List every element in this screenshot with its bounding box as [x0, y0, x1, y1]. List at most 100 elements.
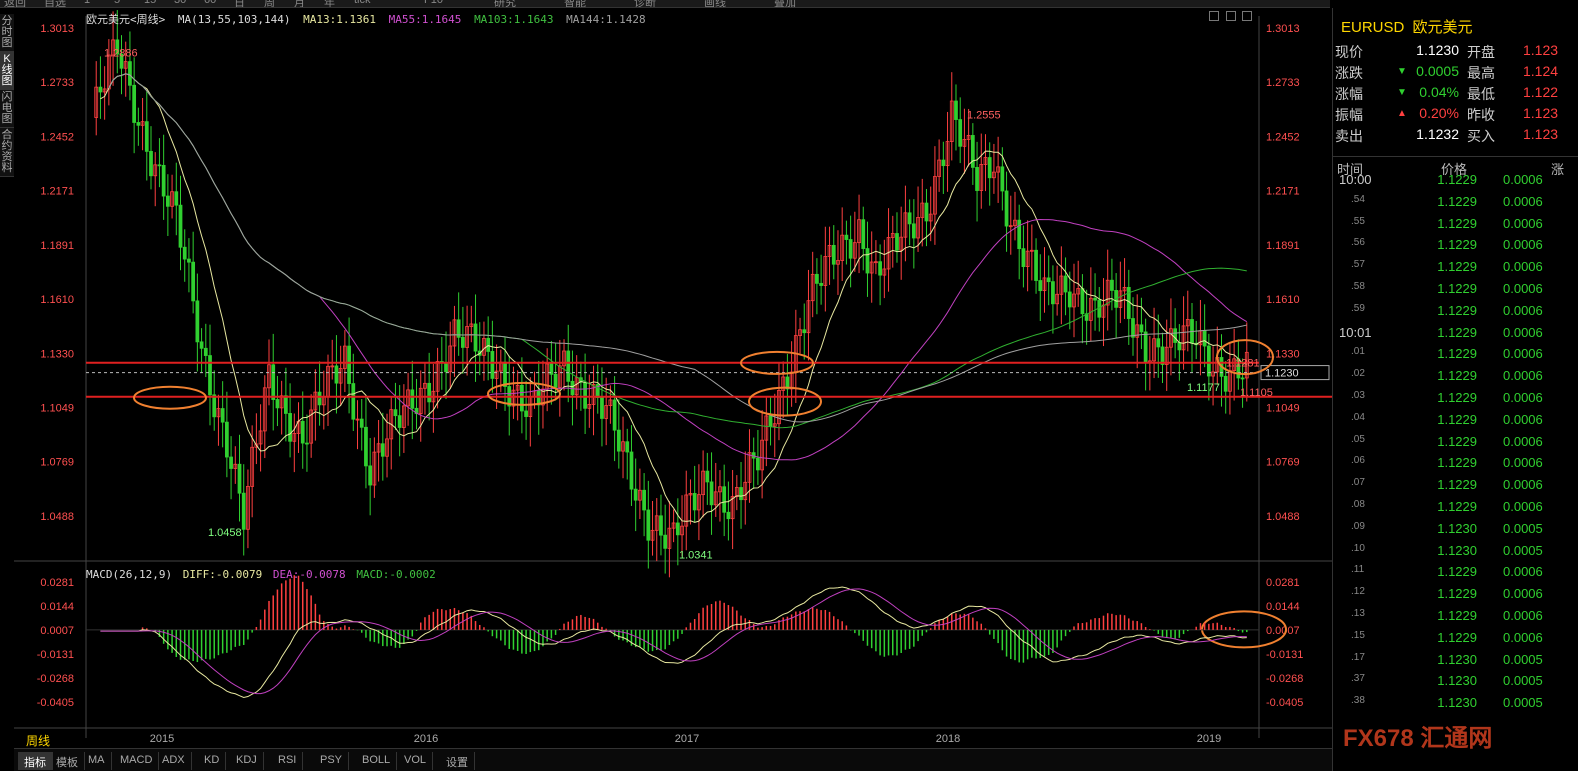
candle-body [1110, 279, 1114, 291]
candle-body [187, 258, 191, 263]
toolbar-item-4[interactable]: 15 [144, 0, 156, 6]
quote-value: 1.124 [1523, 63, 1559, 79]
candle-body [98, 86, 103, 93]
price-tick-right: 1.0488 [1266, 511, 1300, 523]
tab-kline-chart[interactable]: K线图 [0, 52, 14, 90]
price-tick-left: 1.1610 [40, 294, 74, 306]
bottom-tab-6[interactable]: KDJ [230, 752, 264, 770]
candle-body [161, 164, 166, 197]
tab-minute-chart[interactable]: 分时图 [0, 14, 14, 52]
toolbar-item-9[interactable]: 月 [294, 0, 305, 7]
tick-price: 1.1230 [1437, 542, 1477, 558]
tick-row: .13 1.1229 0.0006 [1333, 608, 1578, 630]
candle-body [444, 362, 448, 373]
toolbar-item-15[interactable]: 诊断 [634, 0, 656, 7]
candle-body [182, 246, 187, 260]
toolbar-item-3[interactable]: 5 [114, 0, 120, 6]
candle-body [212, 394, 217, 418]
bottom-tab-8[interactable]: PSY [314, 752, 350, 770]
candle-body [157, 164, 162, 167]
bottom-tab-0[interactable]: 指标 [18, 752, 53, 770]
tick-price: 1.1230 [1437, 651, 1477, 667]
quote-panel: EURUSD 欧元美元 现价 1.1230 开盘 1.123 涨跌 ▼ 0.0005 最高 1.… [1332, 8, 1578, 771]
maximize-icon[interactable] [1225, 11, 1236, 21]
toolbar-item-0[interactable]: 返回 [4, 0, 26, 7]
toolbar-item-5[interactable]: 30 [174, 0, 186, 6]
candle-body [865, 248, 870, 274]
quote-label: 现价 [1335, 44, 1363, 60]
toolbar-item-11[interactable]: tick [354, 0, 371, 6]
tick-price: 1.1230 [1437, 520, 1477, 536]
tick-change: 0.0005 [1503, 651, 1543, 667]
tick-price: 1.1229 [1437, 259, 1477, 275]
candle-body [317, 391, 322, 406]
tick-price: 1.1229 [1437, 608, 1477, 623]
tick-time: .05 [1351, 433, 1365, 445]
toolbar-item-12[interactable]: F10 [424, 0, 443, 6]
tick-price: 1.1229 [1437, 586, 1477, 602]
tab-contract-info[interactable]: 合约资料 [0, 128, 14, 177]
price-tick-right: 1.2171 [1266, 186, 1300, 198]
toolbar-item-10[interactable]: 年 [324, 0, 335, 7]
candle-body [1131, 318, 1135, 338]
bottom-tab-3[interactable]: MACD [114, 752, 160, 770]
candle-body [1202, 330, 1207, 347]
tick-time: .59 [1351, 302, 1365, 314]
tick-row: .03 1.1229 0.0006 [1333, 390, 1578, 412]
bottom-tab-5[interactable]: KD [198, 752, 227, 770]
bottom-tab-7[interactable]: RSI [272, 752, 304, 770]
period-label[interactable]: 周线 [26, 732, 50, 749]
toolbar-item-6[interactable]: 60 [204, 0, 216, 6]
tick-change: 0.0006 [1503, 237, 1543, 253]
year-label: 2016 [414, 733, 438, 745]
quote-value: 1.1232 [1416, 126, 1459, 142]
candle-body [1000, 166, 1005, 192]
price-annotation: 1.2555 [967, 110, 1001, 122]
candle-body [566, 350, 571, 382]
tick-row: .01 1.1229 0.0006 [1333, 346, 1578, 368]
toolbar-item-16[interactable]: 画线 [704, 0, 726, 7]
quote-title: EURUSD 欧元美元 [1341, 16, 1473, 37]
candle-body [975, 167, 979, 191]
toolbar-item-13[interactable]: 研究 [494, 0, 516, 7]
tick-row: .38 1.1230 0.0005 [1333, 695, 1578, 717]
tick-time: 10:00 [1339, 172, 1372, 187]
bottom-tab-10[interactable]: VOL [398, 752, 434, 770]
year-label: 2017 [675, 733, 699, 745]
restore-icon[interactable] [1209, 11, 1220, 21]
quote-value: 1.123 [1523, 126, 1559, 142]
macd-tick-right: -0.0405 [1266, 697, 1303, 709]
quote-row: 涨跌 ▼ 0.0005 最高 1.124 [1333, 63, 1578, 84]
tab-flash-chart[interactable]: 闪电图 [0, 90, 14, 128]
quote-value: 1.1230 [1416, 42, 1459, 58]
quote-label: 开盘 [1467, 44, 1495, 60]
window-controls [1206, 10, 1252, 24]
toolbar-item-17[interactable]: 叠加 [774, 0, 796, 7]
bottom-tab-2[interactable]: MA [82, 752, 112, 770]
ma144-line [108, 73, 1247, 423]
candle-body [616, 429, 621, 452]
tick-change: 0.0006 [1503, 499, 1543, 514]
toolbar-item-14[interactable]: 智能 [564, 0, 586, 7]
candle-body [199, 341, 204, 349]
kline-chart[interactable]: 1.3013 1.3013 1.2733 1.2733 1.2452 1.2452 1.21… [14, 8, 1332, 746]
price-annotation: 1.1281 [1226, 358, 1260, 370]
candle-body [393, 409, 398, 417]
toolbar-item-2[interactable]: 1 [84, 0, 90, 6]
bottom-tab-1[interactable]: 模板 [50, 752, 85, 770]
close-icon[interactable] [1242, 11, 1252, 21]
candle-body [347, 345, 351, 384]
tick-price: 1.1230 [1437, 673, 1477, 689]
toolbar-item-1[interactable]: 自选 [44, 0, 66, 7]
bottom-tab-4[interactable]: ADX [156, 752, 192, 770]
candle-body [1021, 248, 1026, 268]
tick-row: .56 1.1229 0.0006 [1333, 237, 1578, 259]
candle-body [195, 300, 200, 343]
quote-label: 昨收 [1467, 107, 1495, 123]
bottom-tab-9[interactable]: BOLL [356, 752, 398, 770]
bottom-tab-11[interactable]: 设置 [440, 752, 475, 770]
toolbar-item-7[interactable]: 日 [234, 0, 245, 7]
ma55-value: MA55:1.1645 [388, 13, 462, 26]
tick-row: .10 1.1230 0.0005 [1333, 543, 1578, 565]
toolbar-item-8[interactable]: 周 [264, 0, 275, 7]
